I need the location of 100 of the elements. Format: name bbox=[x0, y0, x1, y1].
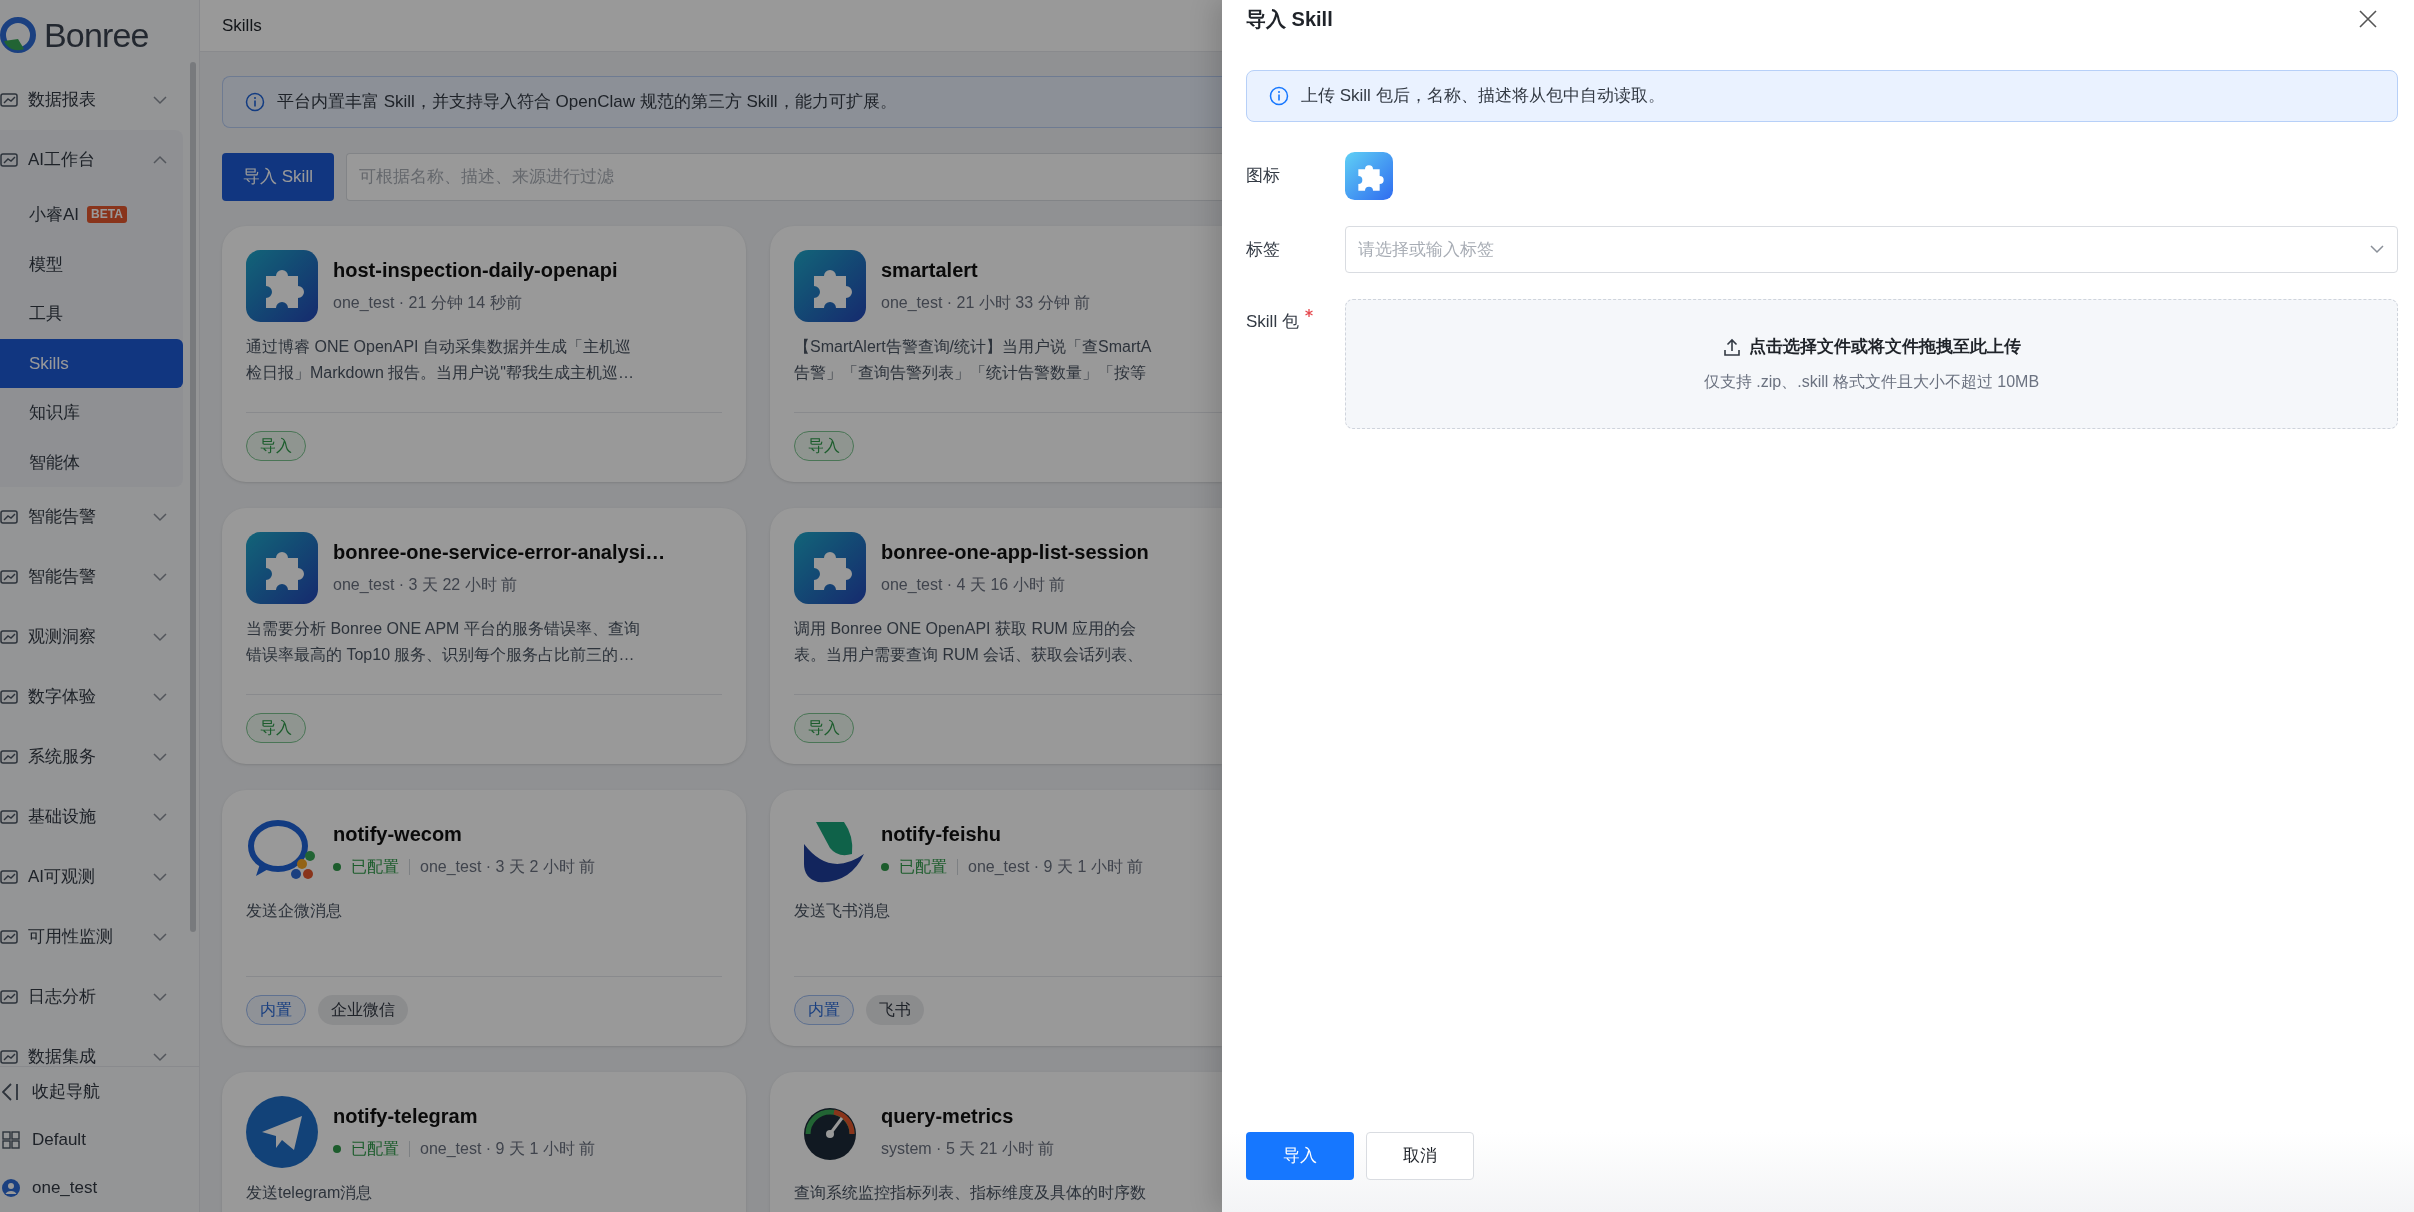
nav-item[interactable]: 智能告警 bbox=[0, 487, 183, 547]
skill-meta: one_test · 9 天 1 小时 前 bbox=[968, 857, 1144, 877]
skill-description: 【SmartAlert告警查询/统计】当用户说「查SmartA 告警」「查询告警列表」「统计告警数量」「按等 bbox=[794, 337, 1153, 383]
nav-item[interactable]: 智能告警 bbox=[0, 547, 183, 607]
skill-card[interactable]: notify-feishu 已配置 one_test · 9 天 1 小时 前 发送飞书消息 内置 飞书 bbox=[770, 790, 1222, 1046]
nav-icon bbox=[0, 628, 18, 646]
page-title: Skills bbox=[222, 14, 262, 37]
footer-item[interactable]: one_test bbox=[0, 1163, 199, 1212]
skill-description: 查询系统监控指标列表、指标维度及具体的时序数 bbox=[794, 1183, 1147, 1203]
nav-subitem[interactable]: Skills bbox=[0, 338, 183, 388]
skill-description: 发送飞书消息 bbox=[794, 901, 891, 921]
skill-tag: 导入 bbox=[794, 713, 854, 743]
nav-subitem[interactable]: 模型 bbox=[0, 239, 183, 289]
nav-icon bbox=[0, 808, 18, 826]
skill-title: query-metrics bbox=[881, 1104, 1015, 1129]
skill-title: notify-feishu bbox=[881, 822, 1002, 847]
skill-meta: one_test · 21 小时 33 分钟 前 bbox=[881, 293, 1090, 313]
skill-card[interactable]: host-inspection-daily-openapi one_test · 21 分钟 14 秒前 通过博睿 ONE OpenAPI 自动采集数据并生成「主机巡 检日报」Markdown 报告。当用户说"帮我生成主机巡… 导入 bbox=[222, 226, 746, 482]
status-text: 已配置 bbox=[899, 857, 947, 877]
skill-description: 发送企微消息 bbox=[246, 901, 343, 921]
nav-item[interactable]: AI工作台 bbox=[0, 130, 183, 190]
nav-icon bbox=[0, 508, 18, 526]
skill-tag: 内置 bbox=[246, 995, 306, 1025]
skill-tag: 企业微信 bbox=[318, 995, 408, 1025]
nav-icon bbox=[0, 868, 18, 886]
footer-item[interactable]: Default bbox=[0, 1115, 199, 1164]
nav-subitem[interactable]: 知识库 bbox=[0, 388, 183, 438]
nav-subitem[interactable]: 工具 bbox=[0, 289, 183, 339]
skill-description: 调用 Bonree ONE OpenAPI 获取 RUM 应用的会 表。当用户需要查询 RUM 会话、获取会话列表、 bbox=[794, 619, 1145, 665]
skill-card[interactable]: query-metrics system · 5 天 21 小时 前 查询系统监控指标列表、指标维度及具体的时序数 bbox=[770, 1072, 1222, 1212]
nav-icon bbox=[0, 748, 18, 766]
skill-meta: one_test · 4 天 16 小时 前 bbox=[881, 575, 1066, 595]
nav-icon bbox=[0, 151, 18, 169]
skill-tag: 导入 bbox=[794, 431, 854, 461]
field-label: 图标 bbox=[1246, 165, 1280, 188]
nav-item[interactable]: 数字体验 bbox=[0, 667, 183, 727]
skill-meta: system · 5 天 21 小时 前 bbox=[881, 1139, 1055, 1159]
drawer-title: 导入 Skill bbox=[1246, 7, 1333, 32]
upload-prompt: 点击选择文件或将文件拖拽至此上传 bbox=[1748, 336, 2021, 359]
skill-description: 当需要分析 Bonree ONE APM 平台的服务错误率、查询 错误率最高的 Top10 服务、识别每个服务占比前三的… bbox=[246, 619, 641, 665]
nav-subitem[interactable]: 小睿AI BETA bbox=[0, 190, 183, 240]
skill-meta: one_test · 9 天 1 小时 前 bbox=[420, 1139, 596, 1159]
puzzle-icon bbox=[246, 250, 318, 322]
grid-icon bbox=[2, 1130, 20, 1149]
puzzle-icon bbox=[246, 532, 318, 604]
beta-badge: BETA bbox=[87, 206, 127, 224]
skill-title: smartalert bbox=[881, 258, 979, 283]
skill-meta: one_test · 3 天 22 小时 前 bbox=[333, 575, 518, 595]
import-button[interactable]: 导入 bbox=[1246, 1132, 1354, 1180]
skill-description: 发送telegram消息 bbox=[246, 1183, 374, 1203]
cancel-button[interactable]: 取消 bbox=[1366, 1132, 1474, 1180]
upload-dropzone[interactable]: 点击选择文件或将文件拖拽至此上传 仅支持 .zip、.skill 格式文件且大小不超过 10MB bbox=[1345, 299, 2398, 429]
nav-item[interactable]: 基础设施 bbox=[0, 787, 183, 847]
info-icon bbox=[1269, 86, 1289, 106]
puzzle-icon bbox=[794, 250, 866, 322]
skill-tag: 内置 bbox=[794, 995, 854, 1025]
upload-icon bbox=[1722, 338, 1741, 356]
skill-card[interactable]: bonree-one-app-list-session one_test · 4 天 16 小时 前 调用 Bonree ONE OpenAPI 获取 RUM 应用的会 表。当用户需要查询 RUM 会话、获取会话列表、 导入 bbox=[770, 508, 1222, 764]
nav-subitem[interactable]: 智能体 bbox=[0, 437, 183, 487]
scrollbar[interactable] bbox=[190, 62, 196, 932]
info-icon bbox=[245, 92, 265, 112]
nav-icon bbox=[0, 568, 18, 586]
nav-icon bbox=[0, 988, 18, 1006]
status-dot-icon bbox=[881, 863, 889, 871]
nav-item[interactable]: 系统服务 bbox=[0, 727, 183, 787]
skill-card[interactable]: smartalert one_test · 21 小时 33 分钟 前 【SmartAlert告警查询/统计】当用户说「查SmartA 告警」「查询告警列表」「统计告警数量」「按等 导入 bbox=[770, 226, 1222, 482]
logo-text: Bonree bbox=[44, 14, 149, 56]
nav-item[interactable]: AI可观测 bbox=[0, 847, 183, 907]
skill-title: bonree-one-service-error-analysi… bbox=[333, 540, 666, 565]
notice-text: 平台内置丰富 Skill，并支持导入符合 OpenClaw 规范的第三方 Skill，能力可扩展。 bbox=[277, 91, 897, 114]
skill-card[interactable]: notify-wecom 已配置 one_test · 3 天 2 小时 前 发送企微消息 内置 企业微信 bbox=[222, 790, 746, 1046]
puzzle-icon bbox=[794, 532, 866, 604]
skill-title: host-inspection-daily-openapi bbox=[333, 258, 618, 283]
field-label: Skill 包 bbox=[1246, 311, 1299, 333]
puzzle-icon[interactable] bbox=[1345, 152, 1393, 200]
nav-icon bbox=[0, 1048, 18, 1066]
footer-item[interactable]: 收起导航 bbox=[0, 1067, 199, 1116]
status-dot-icon bbox=[333, 863, 341, 871]
skill-meta: one_test · 21 分钟 14 秒前 bbox=[333, 293, 522, 313]
nav-item[interactable]: 观测洞察 bbox=[0, 607, 183, 667]
skill-title: notify-wecom bbox=[333, 822, 463, 847]
skill-card[interactable]: bonree-one-service-error-analysi… one_test · 3 天 22 小时 前 当需要分析 Bonree ONE APM 平台的服务错误率、查询 错误率最高的 Top10 服务、识别每个服务占比前三的… 导入 bbox=[222, 508, 746, 764]
skill-card[interactable]: notify-telegram 已配置 one_test · 9 天 1 小时 前 发送telegram消息 bbox=[222, 1072, 746, 1212]
close-icon[interactable] bbox=[2358, 9, 2378, 29]
upload-hint: 仅支持 .zip、.skill 格式文件且大小不超过 10MB bbox=[1703, 371, 2040, 392]
status-text: 已配置 bbox=[351, 857, 399, 877]
tag-select[interactable]: 请选择或输入标签 bbox=[1345, 226, 2398, 273]
paper-plane-icon bbox=[246, 1096, 318, 1168]
skill-meta: one_test · 3 天 2 小时 前 bbox=[420, 857, 596, 877]
import-skill-button[interactable]: 导入 Skill bbox=[222, 153, 334, 201]
notice-text: 上传 Skill 包后，名称、描述将从包中自动读取。 bbox=[1301, 85, 1665, 108]
nav-icon bbox=[0, 91, 18, 109]
skill-title: notify-telegram bbox=[333, 1104, 479, 1129]
nav-item[interactable]: 数据集成 bbox=[0, 1027, 183, 1066]
nav-item[interactable]: 日志分析 bbox=[0, 967, 183, 1027]
skill-title: bonree-one-app-list-session bbox=[881, 540, 1149, 565]
field-label: 标签 bbox=[1246, 238, 1280, 261]
nav-item[interactable]: 可用性监测 bbox=[0, 907, 183, 967]
nav-icon bbox=[0, 688, 18, 706]
nav-item[interactable]: 数据报表 bbox=[0, 70, 183, 130]
